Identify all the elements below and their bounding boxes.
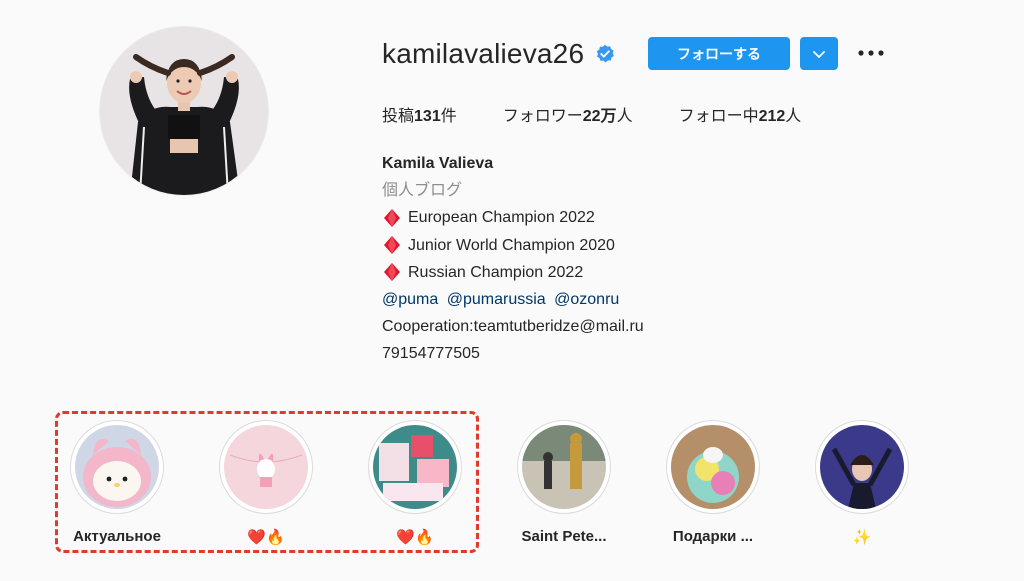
highlight-cover xyxy=(368,420,462,514)
red-diamond-icon xyxy=(384,209,400,227)
following-suffix: 人 xyxy=(785,108,802,125)
profile-avatar[interactable] xyxy=(100,27,268,195)
highlight-cover xyxy=(70,420,164,514)
highlight-image xyxy=(75,425,159,509)
bio-line: Junior World Champion 2020 xyxy=(382,232,644,259)
posts-suffix: 件 xyxy=(440,108,457,125)
followers-stat[interactable]: フォロワー22万人 xyxy=(503,102,633,126)
suggested-accounts-button[interactable] xyxy=(800,37,838,70)
highlight-item[interactable]: ❤️🔥 xyxy=(211,420,321,546)
following-count: 212 xyxy=(758,108,786,125)
highlight-label: Подарки ... xyxy=(672,528,754,545)
highlight-label: ❤️🔥 xyxy=(247,529,285,546)
chevron-down-icon xyxy=(813,50,825,58)
profile-bio: Kamila Valieva 個人ブログ European Champion 2… xyxy=(382,150,644,368)
red-diamond-icon xyxy=(384,263,400,282)
red-diamond-icon xyxy=(384,236,400,255)
mention-link[interactable]: @ozonru xyxy=(554,291,619,308)
highlight-item[interactable]: Подарки ... xyxy=(658,420,768,545)
profile-header: kamilavalieva26 xyxy=(382,34,616,74)
highlight-cover xyxy=(815,420,909,514)
highlight-image xyxy=(373,425,457,509)
bio-line: Russian Champion 2022 xyxy=(382,259,644,286)
profile-page: kamilavalieva26 フォローする 投稿131件 フォロワー22万人 xyxy=(0,0,1024,581)
avatar-image xyxy=(100,27,268,195)
mention-link[interactable]: @pumarussia xyxy=(447,291,546,308)
highlight-label: ❤️🔥 xyxy=(396,529,434,546)
posts-count: 131 xyxy=(414,108,441,125)
highlight-image xyxy=(671,425,755,509)
bio-line-text: Russian Champion 2022 xyxy=(408,263,584,281)
verified-badge-icon xyxy=(594,43,616,65)
highlight-cover xyxy=(517,420,611,514)
followers-prefix: フォロワー xyxy=(502,108,583,125)
follow-button[interactable]: フォローする xyxy=(648,37,790,70)
profile-stats: 投稿131件 フォロワー22万人 フォロー中212人 xyxy=(382,102,847,126)
highlight-item[interactable]: ❤️🔥 xyxy=(360,420,470,546)
posts-prefix: 投稿 xyxy=(382,108,415,125)
highlight-image xyxy=(820,425,904,509)
highlight-image xyxy=(522,425,606,509)
highlight-image xyxy=(224,425,308,509)
highlight-cover xyxy=(666,420,760,514)
followers-suffix: 人 xyxy=(616,108,633,125)
highlight-item[interactable]: Актуальное xyxy=(62,420,172,545)
highlight-label: ✨ xyxy=(852,529,872,546)
bio-line: European Champion 2022 xyxy=(382,204,644,231)
followers-count: 22万 xyxy=(582,108,617,125)
more-options-button[interactable] xyxy=(856,42,886,64)
highlight-item[interactable]: ✨ xyxy=(807,420,917,546)
posts-stat: 投稿131件 xyxy=(382,102,457,126)
story-highlights: Актуальное ❤️🔥 ❤️🔥 Saint Pete... Подарки… xyxy=(58,420,958,560)
highlight-label: Saint Pete... xyxy=(521,528,607,545)
profile-username: kamilavalieva26 xyxy=(382,38,585,69)
highlight-item[interactable]: Saint Pete... xyxy=(509,420,619,545)
following-stat[interactable]: フォロー中212人 xyxy=(679,102,802,126)
bio-line-text: Junior World Champion 2020 xyxy=(408,236,615,254)
mention-link[interactable]: @puma xyxy=(382,291,438,308)
bio-mentions: @puma @pumarussia @ozonru xyxy=(382,286,644,313)
following-prefix: フォロー中 xyxy=(678,108,759,125)
highlight-label: Актуальное xyxy=(73,528,161,545)
more-options-icon xyxy=(858,50,884,56)
highlight-cover xyxy=(219,420,313,514)
bio-line-text: European Champion 2022 xyxy=(408,209,595,227)
bio-cooperation: Cooperation:teamtutberidze@mail.ru xyxy=(382,318,644,336)
profile-full-name: Kamila Valieva xyxy=(382,155,494,172)
bio-phone: 79154777505 xyxy=(382,345,480,363)
profile-category: 個人ブログ xyxy=(382,182,463,200)
